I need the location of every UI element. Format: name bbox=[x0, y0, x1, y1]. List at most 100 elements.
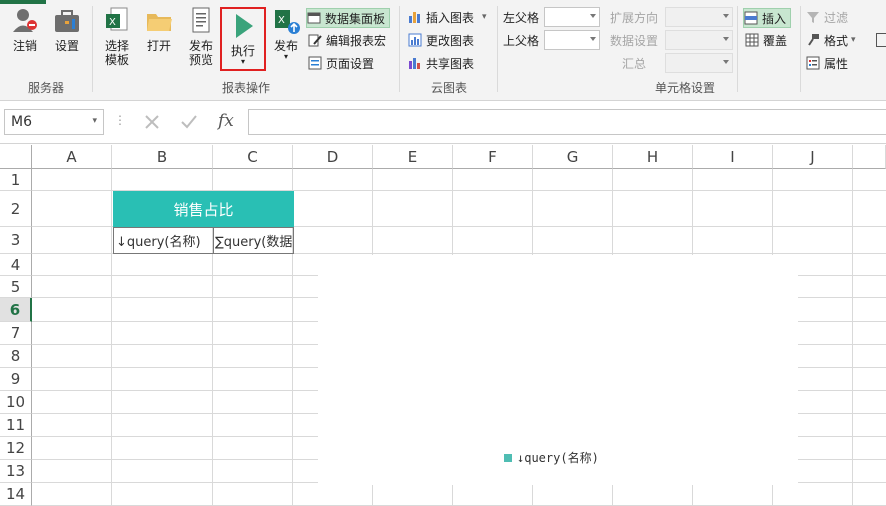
column-header-k[interactable] bbox=[853, 145, 886, 169]
overflow-icon[interactable] bbox=[876, 31, 886, 49]
chevron-down-icon: ▾ bbox=[851, 35, 856, 45]
insert-chart-label: 插入图表 bbox=[426, 10, 475, 25]
chevron-down-icon bbox=[590, 14, 596, 18]
filter-button[interactable]: 过滤 bbox=[806, 8, 848, 26]
column-header-a[interactable]: A bbox=[32, 145, 112, 169]
top-parent-select[interactable] bbox=[544, 30, 600, 50]
brush-icon bbox=[806, 33, 820, 47]
cancel-icon[interactable] bbox=[144, 114, 160, 130]
row-header-13[interactable]: 13 bbox=[0, 460, 32, 483]
row-header-8[interactable]: 8 bbox=[0, 345, 32, 368]
chevron-down-icon: ▾ bbox=[92, 116, 97, 126]
chart-plot-area[interactable]: ↓query(名称) bbox=[318, 255, 798, 485]
row-header-1[interactable]: 1 bbox=[0, 169, 32, 191]
folder-icon bbox=[145, 6, 173, 36]
open-button[interactable]: 打开 bbox=[142, 6, 176, 53]
edit-macro-label: 编辑报表宏 bbox=[326, 33, 387, 48]
row-header-10[interactable]: 10 bbox=[0, 391, 32, 414]
row-header-4[interactable]: 4 bbox=[0, 254, 32, 276]
row-header-2[interactable]: 2 bbox=[0, 191, 32, 227]
ribbon-separator bbox=[399, 6, 400, 92]
execute-button[interactable]: 执行 ▾ bbox=[220, 7, 266, 71]
page-setup-button[interactable]: 页面设置 bbox=[308, 54, 374, 72]
chevron-down-icon: ▾ bbox=[240, 57, 245, 66]
dataset-panel-icon bbox=[307, 11, 321, 25]
summary-select[interactable] bbox=[665, 53, 733, 73]
left-parent-label: 左父格 bbox=[503, 10, 540, 25]
format-button[interactable]: 格式 ▾ bbox=[806, 31, 856, 49]
left-parent-select[interactable] bbox=[544, 7, 600, 27]
user-icon bbox=[11, 6, 39, 36]
column-header-g[interactable]: G bbox=[533, 145, 613, 169]
format-label: 格式 bbox=[824, 33, 849, 48]
column-header-i[interactable]: I bbox=[693, 145, 773, 169]
column-header-j[interactable]: J bbox=[773, 145, 853, 169]
modify-chart-button[interactable]: 更改图表 bbox=[408, 31, 474, 49]
legend-swatch bbox=[504, 453, 512, 462]
select-template-label-1: 选择 bbox=[104, 39, 129, 53]
row-header-6[interactable]: 6 bbox=[0, 298, 32, 322]
share-chart-label: 共享图表 bbox=[426, 56, 475, 71]
logout-button[interactable]: 注销 bbox=[8, 6, 42, 53]
row-header-11[interactable]: 11 bbox=[0, 414, 32, 437]
cell-c3[interactable]: ∑query(数据) bbox=[213, 227, 294, 254]
filter-icon bbox=[806, 10, 820, 24]
modify-chart-label: 更改图表 bbox=[426, 33, 475, 48]
column-header-e[interactable]: E bbox=[373, 145, 453, 169]
properties-icon bbox=[806, 56, 820, 70]
overwrite-mode-button[interactable]: 覆盖 bbox=[745, 31, 787, 49]
formula-input[interactable] bbox=[248, 109, 886, 135]
excel-template-icon: X bbox=[103, 6, 131, 36]
column-header-d[interactable]: D bbox=[293, 145, 373, 169]
insert-chart-button[interactable]: 插入图表 ▾ bbox=[408, 8, 487, 26]
confirm-icon[interactable] bbox=[180, 114, 198, 130]
fx-icon[interactable]: fx bbox=[218, 111, 234, 131]
report-ops-group-label: 报表操作 bbox=[221, 81, 270, 95]
chevron-down-icon: ▾ bbox=[283, 52, 288, 61]
settings-label: 设置 bbox=[54, 39, 79, 53]
svg-text:X: X bbox=[278, 15, 285, 26]
column-header-f[interactable]: F bbox=[453, 145, 533, 169]
row-header-7[interactable]: 7 bbox=[0, 322, 32, 345]
share-chart-icon bbox=[408, 56, 422, 70]
share-chart-button[interactable]: 共享图表 bbox=[408, 54, 474, 72]
publish-preview-button[interactable]: 发布 预览 bbox=[184, 6, 218, 67]
column-header-b[interactable]: B bbox=[112, 145, 213, 169]
properties-button[interactable]: 属性 bbox=[806, 54, 848, 72]
preview-document-icon bbox=[187, 6, 215, 36]
drag-handle-icon[interactable]: ⋮ bbox=[114, 113, 126, 127]
overwrite-icon bbox=[745, 33, 759, 47]
expand-direction-label: 扩展方向 bbox=[610, 10, 659, 25]
ribbon-separator bbox=[497, 6, 498, 92]
cell-b3[interactable]: ↓query(名称) bbox=[113, 227, 214, 254]
data-setting-select[interactable] bbox=[665, 30, 733, 50]
ribbon: 注销 设置 服务器 X 选择 模板 打开 发布 预览 执行 ▾ X 发布 ▾ 数… bbox=[0, 0, 886, 101]
column-header-c[interactable]: C bbox=[213, 145, 293, 169]
expand-direction-select[interactable] bbox=[665, 7, 733, 27]
insert-mode-label: 插入 bbox=[762, 11, 787, 26]
top-parent-label: 上父格 bbox=[503, 33, 540, 48]
row-header-9[interactable]: 9 bbox=[0, 368, 32, 391]
select-all-corner[interactable] bbox=[0, 145, 32, 169]
chart-legend: ↓query(名称) bbox=[504, 449, 599, 466]
settings-button[interactable]: 设置 bbox=[50, 6, 84, 53]
edit-icon bbox=[308, 33, 322, 47]
publish-button[interactable]: X 发布 ▾ bbox=[269, 6, 303, 61]
logout-label: 注销 bbox=[12, 39, 37, 53]
select-template-button[interactable]: X 选择 模板 bbox=[100, 6, 134, 67]
row-header-5[interactable]: 5 bbox=[0, 276, 32, 298]
insert-mode-button[interactable]: 插入 bbox=[743, 8, 792, 28]
row-header-3[interactable]: 3 bbox=[0, 227, 32, 254]
row-header-14[interactable]: 14 bbox=[0, 483, 32, 506]
column-header-h[interactable]: H bbox=[613, 145, 693, 169]
cell-b2-title[interactable]: 销售占比 bbox=[113, 191, 294, 227]
name-box[interactable]: M6 ▾ bbox=[4, 109, 104, 135]
chevron-down-icon bbox=[590, 37, 596, 41]
row-header-12[interactable]: 12 bbox=[0, 437, 32, 460]
properties-label: 属性 bbox=[824, 56, 849, 71]
formula-tools: fx bbox=[136, 109, 246, 135]
dataset-panel-button[interactable]: 数据集面板 bbox=[306, 8, 391, 28]
grid-column-line bbox=[111, 169, 112, 506]
play-icon bbox=[229, 11, 257, 41]
edit-macro-button[interactable]: 编辑报表宏 bbox=[308, 31, 386, 49]
